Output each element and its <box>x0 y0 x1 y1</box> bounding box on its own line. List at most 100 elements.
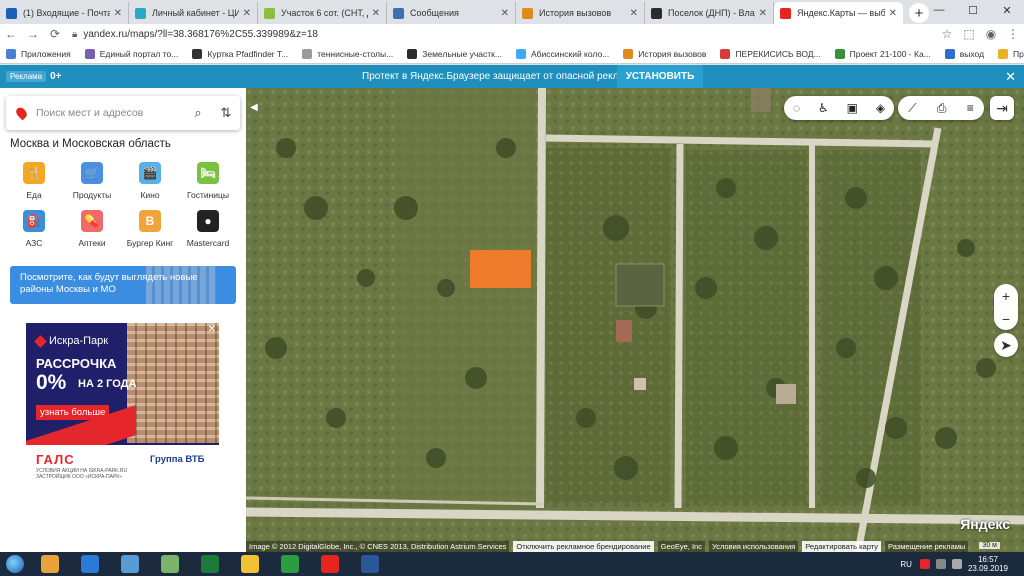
bookmark-item[interactable]: Приложения <box>6 48 71 59</box>
category-item[interactable]: 💊 Аптеки <box>64 210 120 248</box>
ad-badge: Реклама <box>6 71 47 82</box>
bookmark-icon <box>6 48 16 59</box>
reload-icon[interactable]: ⟳ <box>44 27 66 41</box>
tab-close-icon[interactable]: ✕ <box>501 8 509 19</box>
taskbar-app-button[interactable] <box>230 553 270 575</box>
category-item[interactable]: B Бургер Кинг <box>122 210 178 248</box>
tab-close-icon[interactable]: ✕ <box>889 8 897 19</box>
install-button[interactable]: УСТАНОВИТЬ <box>617 65 703 88</box>
taskbar-app-button[interactable] <box>30 553 70 575</box>
category-icon: 🍴 <box>23 162 45 184</box>
taskbar-app-button[interactable] <box>310 553 350 575</box>
bookmark-item[interactable]: Куртка Pfadfinder T... <box>192 48 288 59</box>
search-input[interactable]: Поиск мест и адресов <box>36 107 184 119</box>
extensions-icon[interactable]: ⬚ <box>958 27 980 41</box>
star-icon[interactable]: ☆ <box>936 27 958 41</box>
taskbar-app-button[interactable] <box>190 553 230 575</box>
collapse-sidebar-icon[interactable]: ◀ <box>250 102 258 113</box>
tab-label: Участок 6 сот. (СНТ, ДНП) <box>281 8 368 18</box>
plot-highlight[interactable] <box>470 250 531 288</box>
terms-link[interactable]: Условия использования <box>708 540 799 552</box>
zoom-in-button[interactable]: + <box>1002 288 1010 304</box>
browser-tab[interactable]: (1) Входящие - Почта Mail.Ru ✕ <box>0 2 129 24</box>
bike-icon[interactable]: ♿︎ <box>818 101 829 115</box>
tab-close-icon[interactable]: ✕ <box>630 8 638 19</box>
browser-tab[interactable]: Участок 6 сот. (СНТ, ДНП) ✕ <box>258 2 387 24</box>
clock[interactable]: 16:57 23.09.2019 <box>968 555 1008 573</box>
minimize-button[interactable]: — <box>922 0 956 20</box>
browser-tab[interactable]: Сообщения ✕ <box>387 2 516 24</box>
forward-icon[interactable]: → <box>22 27 44 41</box>
close-window-button[interactable]: ✕ <box>990 0 1024 20</box>
taskbar-app-button[interactable] <box>70 553 110 575</box>
browser-tab[interactable]: История вызовов ✕ <box>516 2 645 24</box>
edit-map-link[interactable]: Редактировать карту <box>802 540 881 552</box>
category-label: Mastercard <box>186 238 230 248</box>
ad-banner[interactable]: Искра-Парк РАССРОЧКА 0% НА 2 ГОДА узнать… <box>26 323 219 483</box>
bookmark-item[interactable]: Единый портал то... <box>84 48 178 59</box>
transit-icon[interactable]: ▣ <box>847 101 858 115</box>
category-item[interactable]: 🎬 Кино <box>122 162 178 200</box>
disable-branding-link[interactable]: Отключить рекламное брендирование <box>513 540 654 552</box>
taskbar-app-button[interactable] <box>350 553 390 575</box>
ads-link[interactable]: Размещение рекламы <box>885 540 969 552</box>
close-icon[interactable]: ✕ <box>1005 69 1016 85</box>
start-button[interactable] <box>0 553 30 575</box>
ad-close-icon[interactable]: ✕ <box>208 324 216 335</box>
promo-banner[interactable]: Посмотрите, как будут выглядеть новые ра… <box>10 266 236 304</box>
maximize-button[interactable]: ☐ <box>956 0 990 20</box>
browser-tab[interactable]: Личный кабинет - ЦИАН ✕ <box>129 2 258 24</box>
category-item[interactable]: ⛽ АЗС <box>6 210 62 248</box>
category-item[interactable]: 🛒 Продукты <box>64 162 120 200</box>
browser-tab[interactable]: Поселок (ДНП) - Владимир ✕ <box>645 2 774 24</box>
category-item[interactable]: ● Mastercard <box>180 210 236 248</box>
bookmark-item[interactable]: Абиссинский коло... <box>516 48 609 59</box>
taskbar-app-button[interactable] <box>150 553 190 575</box>
bookmark-item[interactable]: ПЕРЕКИСИСЬ ВОД... <box>720 48 821 59</box>
layers-icon[interactable]: ◈ <box>876 101 885 115</box>
satellite-map[interactable]: ◀ ◌ ♿︎ ▣ ◈ ⟋ ⎙ ≡ ⇥ + − ➤ Яндекс Image © … <box>246 88 1024 552</box>
browser-tab[interactable]: Яндекс.Карты — выбирайте ✕ <box>774 2 903 24</box>
bookmark-icon <box>998 48 1009 59</box>
tab-close-icon[interactable]: ✕ <box>372 8 380 19</box>
tray-app-icon[interactable] <box>919 559 930 569</box>
bookmark-item[interactable]: Проект 21-100 - Ка... <box>834 48 931 59</box>
bookmark-icon <box>720 48 731 59</box>
geolocation-icon[interactable]: ➤ <box>994 333 1018 357</box>
tab-close-icon[interactable]: ✕ <box>759 8 767 19</box>
volume-icon[interactable] <box>951 559 962 569</box>
route-icon[interactable]: ⇅ <box>212 105 240 121</box>
bookmark-item[interactable]: выход <box>944 48 985 59</box>
search-box[interactable]: Поиск мест и адресов ⌕ ⇅ <box>6 96 240 130</box>
bookmark-item[interactable]: Земельные участк... <box>407 48 502 59</box>
tab-close-icon[interactable]: ✕ <box>114 8 122 19</box>
url-field[interactable]: 🔒︎ yandex.ru/maps/?ll=38.368176%2C55.339… <box>66 25 936 43</box>
login-icon[interactable]: ⇥ <box>990 96 1014 120</box>
bookmark-item[interactable]: теннисные-столы... <box>302 48 393 59</box>
bookmark-item[interactable]: Проекты <box>998 48 1024 59</box>
taskbar-app-button[interactable] <box>270 553 310 575</box>
network-icon[interactable] <box>935 559 946 569</box>
back-icon[interactable]: ← <box>0 27 22 41</box>
search-icon[interactable]: ⌕ <box>184 105 212 121</box>
category-item[interactable]: 🛏 Гостиницы <box>180 162 236 200</box>
yandex-logo: Яндекс <box>960 516 1010 532</box>
profile-icon[interactable]: ◉ <box>980 27 1002 41</box>
more-icon[interactable]: ≡ <box>967 101 974 115</box>
print-icon[interactable]: ⎙ <box>937 101 947 116</box>
category-label: Продукты <box>72 190 112 200</box>
traffic-icon[interactable]: ◌ <box>793 101 800 115</box>
clock-time: 16:57 <box>977 555 998 564</box>
ruler-icon[interactable]: ⟋ <box>908 101 916 116</box>
taskbar-app-icon <box>361 555 379 573</box>
ad-brand: Искра-Парк <box>34 334 108 348</box>
ad-learn-more-button[interactable]: узнать больше <box>36 405 110 420</box>
bookmark-label: выход <box>959 48 985 59</box>
taskbar-app-button[interactable] <box>110 553 150 575</box>
language-indicator[interactable]: RU <box>900 560 912 569</box>
zoom-out-button[interactable]: − <box>1002 311 1010 327</box>
tab-close-icon[interactable]: ✕ <box>243 8 251 19</box>
menu-icon[interactable]: ⋮ <box>1002 27 1024 41</box>
bookmark-item[interactable]: История вызовов <box>623 48 706 59</box>
category-item[interactable]: 🍴 Еда <box>6 162 62 200</box>
